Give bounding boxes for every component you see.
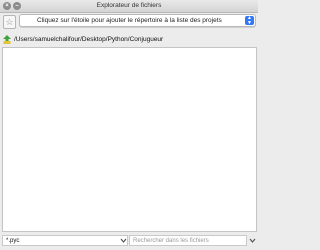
file-filter-input[interactable]: *.pyc	[2, 235, 128, 246]
chevron-down-icon	[120, 238, 127, 243]
filter-dropdown-button[interactable]	[119, 235, 128, 246]
search-files-placeholder: Rechercher dans les fichiers	[133, 238, 209, 244]
file-filter-value: *.pyc	[6, 238, 20, 244]
project-select[interactable]: Cliquez sur l'étoile pour ajouter le rép…	[19, 14, 256, 27]
file-tree-view[interactable]	[2, 47, 257, 232]
folder-up-icon[interactable]	[3, 35, 11, 44]
path-bar: /Users/samuelchalifour/Desktop/Python/Co…	[3, 35, 255, 45]
window-title: Explorateur de fichiers	[96, 2, 162, 9]
star-icon: ☆	[5, 17, 14, 27]
project-select-value: Cliquez sur l'étoile pour ajouter le rép…	[37, 17, 222, 24]
search-dropdown-button[interactable]	[248, 235, 257, 246]
updown-chevron-icon: ▲ ▼	[245, 16, 254, 25]
search-files-input[interactable]: Rechercher dans les fichiers	[129, 235, 247, 246]
chevron-down-icon	[249, 238, 256, 243]
current-path: /Users/samuelchalifour/Desktop/Python/Co…	[14, 36, 164, 43]
add-project-star-button[interactable]: ☆	[3, 15, 16, 29]
window-titlebar: × – Explorateur de fichiers	[0, 0, 258, 13]
